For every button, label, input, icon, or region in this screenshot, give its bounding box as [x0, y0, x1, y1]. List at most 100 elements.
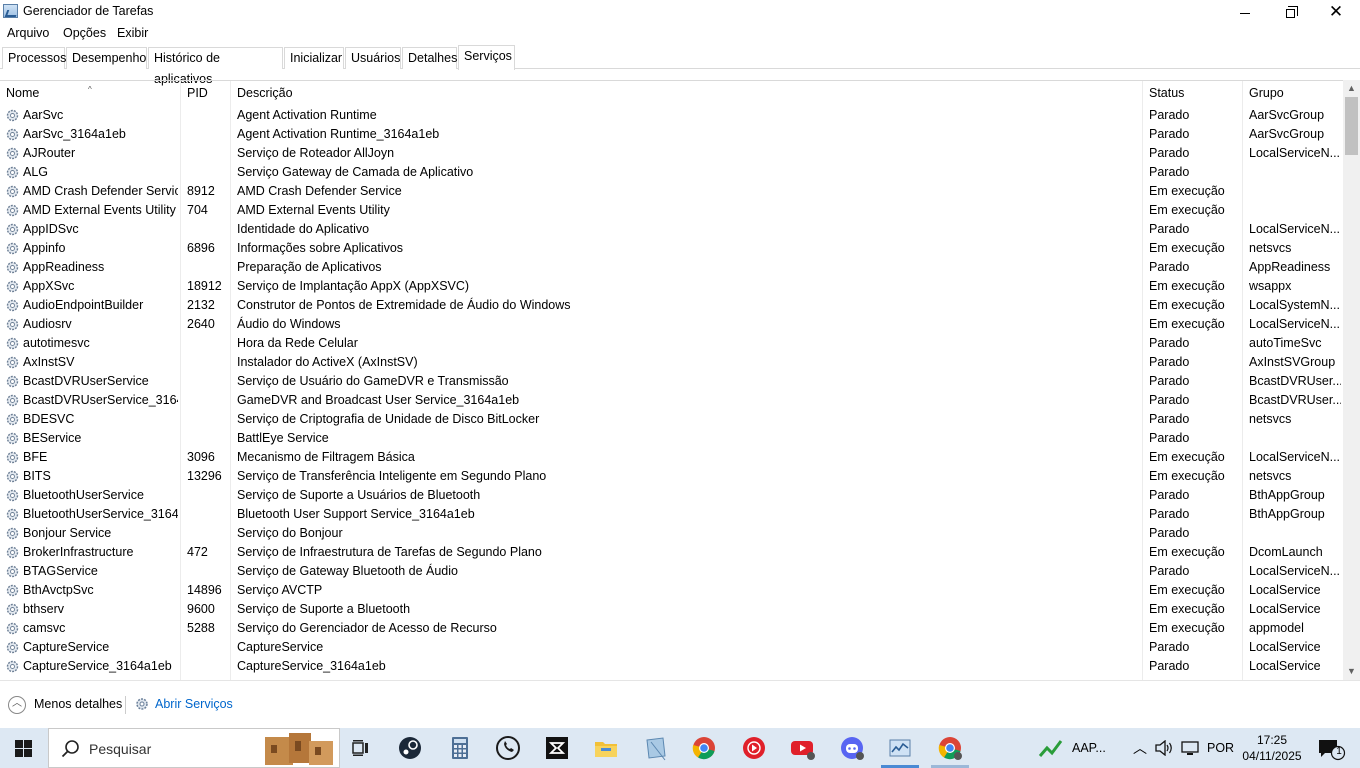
open-services-link[interactable]: Abrir Serviços — [155, 697, 233, 711]
service-gear-icon — [6, 299, 19, 312]
service-name: AppReadiness — [23, 260, 105, 274]
task-view-icon[interactable] — [346, 734, 374, 762]
tab-historico[interactable]: Histórico de aplicativos — [148, 47, 283, 86]
tab-detalhes[interactable]: Detalhes — [402, 47, 457, 69]
service-group: LocalServiceN... — [1249, 450, 1341, 464]
service-group: BcastDVRUser... — [1249, 393, 1341, 407]
tab-usuarios[interactable]: Usuários — [345, 47, 401, 69]
table-body: AarSvc Agent Activation Runtime Parado AarS… — [0, 106, 1343, 680]
chevron-up-icon[interactable]: ︿ — [8, 696, 26, 714]
column-header-group[interactable]: Grupo — [1243, 81, 1343, 105]
table-row[interactable]: BEService BattlEye Service Parado — [0, 429, 1343, 448]
table-row[interactable]: BluetoothUserService Serviço de Suporte a… — [0, 486, 1343, 505]
system-clock[interactable]: 17:25 04/11/2025 — [1238, 732, 1306, 764]
chrome-icon[interactable] — [690, 734, 718, 762]
table-row[interactable]: BITS 13296 Serviço de Transferência Inteli… — [0, 467, 1343, 486]
whatsapp-icon[interactable] — [494, 734, 522, 762]
table-row[interactable]: bthserv 9600 Serviço de Suporte a Bluetoot… — [0, 600, 1343, 619]
vertical-scrollbar[interactable]: ▲ ▼ — [1343, 80, 1360, 680]
table-row[interactable]: BrokerInfrastructure 472 Serviço de Infrae… — [0, 543, 1343, 562]
service-group: LocalService — [1249, 583, 1321, 597]
service-name: BluetoothUserService_3164... — [23, 507, 178, 521]
service-description: Agent Activation Runtime_3164a1eb — [237, 127, 440, 141]
table-row[interactable]: ALG Serviço Gateway de Camada de Aplicati… — [0, 163, 1343, 182]
table-row[interactable]: CaptureService_3164a1eb CaptureService_31… — [0, 657, 1343, 676]
column-header-status[interactable]: Status — [1143, 81, 1243, 105]
column-name-label: Nome — [6, 86, 40, 100]
tab-desempenho[interactable]: Desempenho — [66, 47, 147, 69]
menu-exibir[interactable]: Exibir — [117, 26, 148, 40]
calculator-icon[interactable] — [446, 734, 474, 762]
task-manager-taskbar-icon[interactable] — [886, 734, 914, 762]
table-row[interactable]: BcastDVRUserService_3164a... GameDVR and … — [0, 391, 1343, 410]
language-indicator[interactable]: POR — [1207, 728, 1234, 768]
table-row[interactable]: AppReadiness Preparação de Aplicativos Par… — [0, 258, 1343, 277]
table-row[interactable]: AarSvc_3164a1eb Agent Activation Runtime_… — [0, 125, 1343, 144]
service-pid: 704 — [187, 203, 208, 217]
stock-chart-icon[interactable] — [1038, 736, 1064, 760]
table-row[interactable]: AMD Crash Defender Service 8912 AMD Crash … — [0, 182, 1343, 201]
file-explorer-icon[interactable] — [592, 734, 620, 762]
tab-processos[interactable]: Processos — [2, 47, 66, 69]
network-icon[interactable] — [1180, 740, 1200, 756]
table-row[interactable]: BluetoothUserService_3164... Bluetooth Us… — [0, 505, 1343, 524]
steam-icon[interactable] — [396, 734, 424, 762]
table-row[interactable]: Audiosrv 2640 Áudio do Windows Em execução L… — [0, 315, 1343, 334]
table-row[interactable]: AxInstSV Instalador do ActiveX (AxInstSV)… — [0, 353, 1343, 372]
tab-inicializar[interactable]: Inicializar — [284, 47, 344, 69]
volume-icon[interactable] — [1154, 740, 1174, 756]
table-row[interactable]: camsvc 5288 Serviço do Gerenciador de Aces… — [0, 619, 1343, 638]
less-details-button[interactable]: Menos detalhes — [34, 697, 122, 711]
service-pid — [187, 638, 231, 657]
service-pid — [187, 353, 231, 372]
table-row[interactable]: AppIDSvc Identidade do Aplicativo Parado Lo… — [0, 220, 1343, 239]
tab-servicos[interactable]: Serviços — [458, 45, 515, 70]
column-header-name[interactable]: ^ Nome — [0, 81, 181, 105]
table-row[interactable]: AudioEndpointBuilder 2132 Construtor de Po… — [0, 296, 1343, 315]
table-row[interactable]: CaptureService CaptureService Parado LocalS… — [0, 638, 1343, 657]
restore-button[interactable] — [1267, 0, 1313, 24]
table-row[interactable]: autotimesvc Hora da Rede Celular Parado aut… — [0, 334, 1343, 353]
table-row[interactable]: AarSvc Agent Activation Runtime Parado AarS… — [0, 106, 1343, 125]
chrome-profile-icon[interactable] — [936, 734, 964, 762]
service-group — [1249, 182, 1341, 201]
table-row[interactable]: BTAGService Serviço de Gateway Bluetooth … — [0, 562, 1343, 581]
service-group: DcomLaunch — [1249, 545, 1323, 559]
tray-ticker-text[interactable]: AAP... — [1072, 728, 1106, 768]
capcut-icon[interactable] — [543, 734, 571, 762]
service-description: Serviço de Roteador AllJoyn — [237, 146, 395, 160]
service-group: autoTimeSvc — [1249, 336, 1322, 350]
table-row[interactable]: BFE 3096 Mecanismo de Filtragem Básica Em e… — [0, 448, 1343, 467]
scroll-up-arrow-icon[interactable]: ▲ — [1343, 80, 1360, 97]
table-row[interactable]: AJRouter Serviço de Roteador AllJoyn Parad… — [0, 144, 1343, 163]
service-pid: 9600 — [187, 602, 215, 616]
service-pid — [187, 163, 231, 182]
taskbar-search[interactable]: Pesquisar — [48, 728, 340, 768]
table-row[interactable]: AppXSvc 18912 Serviço de Implantação AppX … — [0, 277, 1343, 296]
footer-separator — [125, 696, 126, 714]
minimize-button[interactable] — [1222, 0, 1268, 24]
table-row[interactable]: AMD External Events Utility 704 AMD Extern… — [0, 201, 1343, 220]
service-description: Serviço de Usuário do GameDVR e Transmis… — [237, 374, 509, 388]
chevron-up-icon[interactable]: ︿ — [1133, 728, 1147, 768]
table-row[interactable]: Bonjour Service Serviço do Bonjour Parado — [0, 524, 1343, 543]
service-name: ALG — [23, 165, 49, 179]
table-row[interactable]: BDESVC Serviço de Criptografia de Unidade… — [0, 410, 1343, 429]
menu-opcoes[interactable]: Opções — [63, 26, 106, 40]
close-button[interactable]: ✕ — [1313, 0, 1359, 24]
table-row[interactable]: Appinfo 6896 Informações sobre Aplicativos… — [0, 239, 1343, 258]
scrollbar-thumb[interactable] — [1345, 97, 1358, 155]
youtube-app-icon[interactable] — [789, 734, 817, 762]
scroll-down-arrow-icon[interactable]: ▼ — [1343, 663, 1360, 680]
notes-app-icon[interactable] — [642, 734, 670, 762]
start-button[interactable] — [0, 728, 48, 768]
service-name: AudioEndpointBuilder — [23, 298, 144, 312]
youtube-music-icon[interactable] — [740, 734, 768, 762]
menu-arquivo[interactable]: Arquivo — [7, 26, 49, 40]
table-row[interactable]: BthAvctpSvc 14896 Serviço AVCTP Em execução… — [0, 581, 1343, 600]
discord-icon[interactable] — [838, 734, 866, 762]
column-header-desc[interactable]: Descrição — [231, 81, 1143, 105]
column-header-pid[interactable]: PID — [181, 81, 231, 105]
table-row[interactable]: BcastDVRUserService Serviço de Usuário do… — [0, 372, 1343, 391]
service-status: Em execução — [1149, 203, 1225, 217]
